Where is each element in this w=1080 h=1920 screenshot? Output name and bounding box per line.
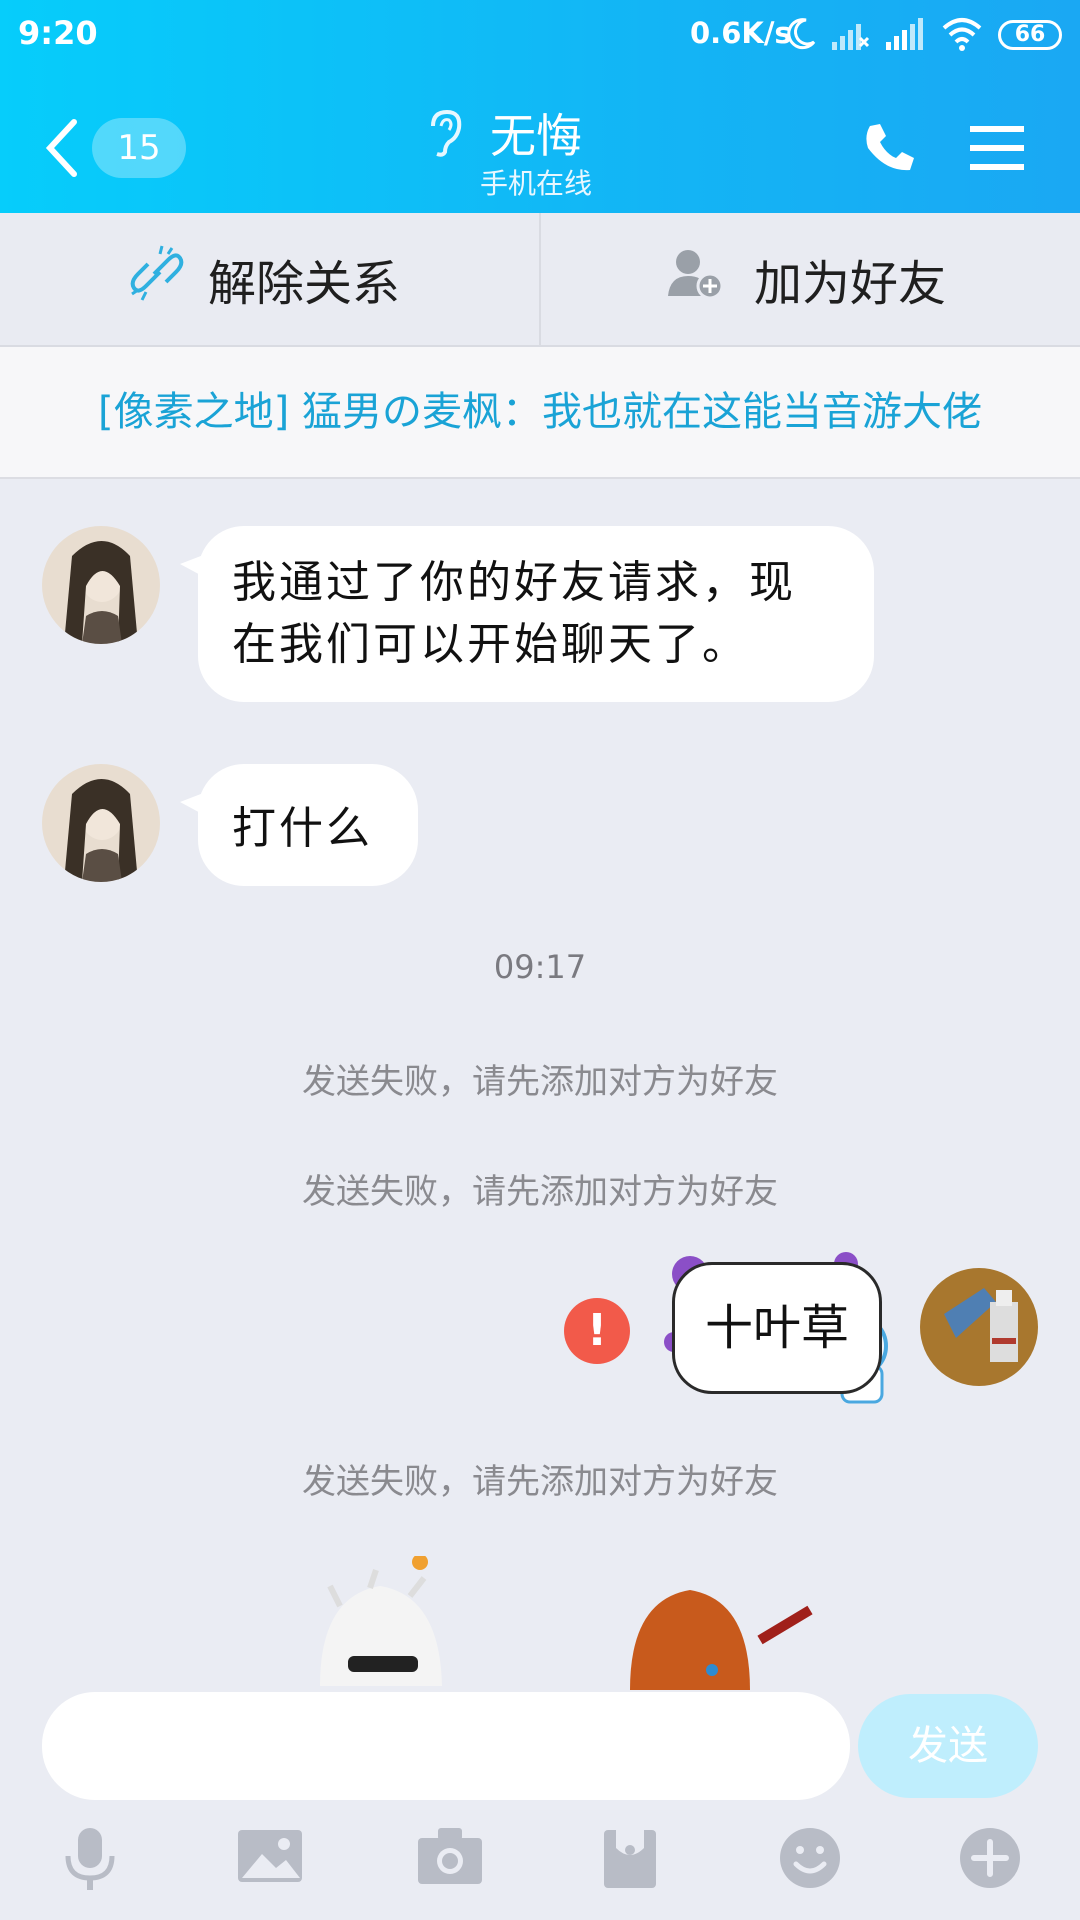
relationship-action-bar: 解除关系 加为好友 [0,213,1080,347]
send-failed-icon[interactable]: ! [564,1298,630,1364]
sent-sticker-message[interactable]: 十叶草 [672,1262,882,1394]
message-text: 我通过了你的好友请求，现 [232,557,796,608]
image-icon[interactable] [236,1826,304,1890]
microphone-icon[interactable] [62,1826,118,1896]
add-friend-label: 加为好友 [754,256,947,312]
my-avatar[interactable] [920,1268,1038,1386]
online-status: 手机在线 [480,167,593,200]
system-notice: 发送失败，请先添加对方为好友 [302,1062,778,1102]
folder-icon[interactable] [602,1826,658,1894]
signal-icon [830,16,870,56]
battery-indicator: 66 [998,20,1062,50]
chat-title: 无悔 [490,109,582,163]
moon-icon [784,16,818,56]
ear-icon[interactable] [425,108,465,162]
menu-icon[interactable] [970,124,1024,176]
system-notice: 发送失败，请先添加对方为好友 [302,1462,778,1502]
received-message[interactable]: 我通过了你的好友请求，现 在我们可以开始聊天了。 [180,526,874,702]
plus-icon[interactable] [958,1826,1022,1894]
send-button[interactable]: 发送 [858,1694,1038,1798]
wifi-icon [940,16,984,56]
received-message[interactable]: 打什么 [180,764,418,886]
contact-avatar[interactable] [42,764,160,882]
add-friend-button[interactable]: 加为好友 [666,213,946,345]
add-user-icon [666,246,724,312]
message-timestamp: 09:17 [493,948,587,986]
status-bar: 9:20 0.6K/s 66 [0,0,1080,72]
camera-icon[interactable] [416,1826,484,1890]
message-text: 在我们可以开始聊天了。 [232,619,749,670]
chat-header: 9:20 0.6K/s 66 15 无悔 手机在线 [0,0,1080,213]
broken-link-icon [130,244,184,314]
unread-count-badge[interactable]: 15 [92,118,186,178]
emoji-icon[interactable] [778,1826,842,1894]
group-notice-banner[interactable]: [像素之地] 猛男の麦枫：我也就在这能当音游大佬 [0,347,1080,479]
message-input[interactable] [42,1692,850,1800]
divider [539,213,541,345]
system-notice: 发送失败，请先添加对方为好友 [302,1172,778,1212]
message-text: 打什么 [232,803,373,854]
sticker-partial[interactable] [300,1554,460,1694]
contact-avatar[interactable] [42,526,160,644]
back-arrow-icon[interactable] [44,118,80,182]
sticker-partial[interactable] [620,1570,820,1694]
remove-relationship-button[interactable]: 解除关系 [130,213,400,345]
phone-icon[interactable] [860,120,916,180]
signal-icon [884,16,924,56]
status-time: 9:20 [18,14,98,52]
remove-relationship-label: 解除关系 [208,256,401,312]
network-speed: 0.6K/s [690,16,792,50]
